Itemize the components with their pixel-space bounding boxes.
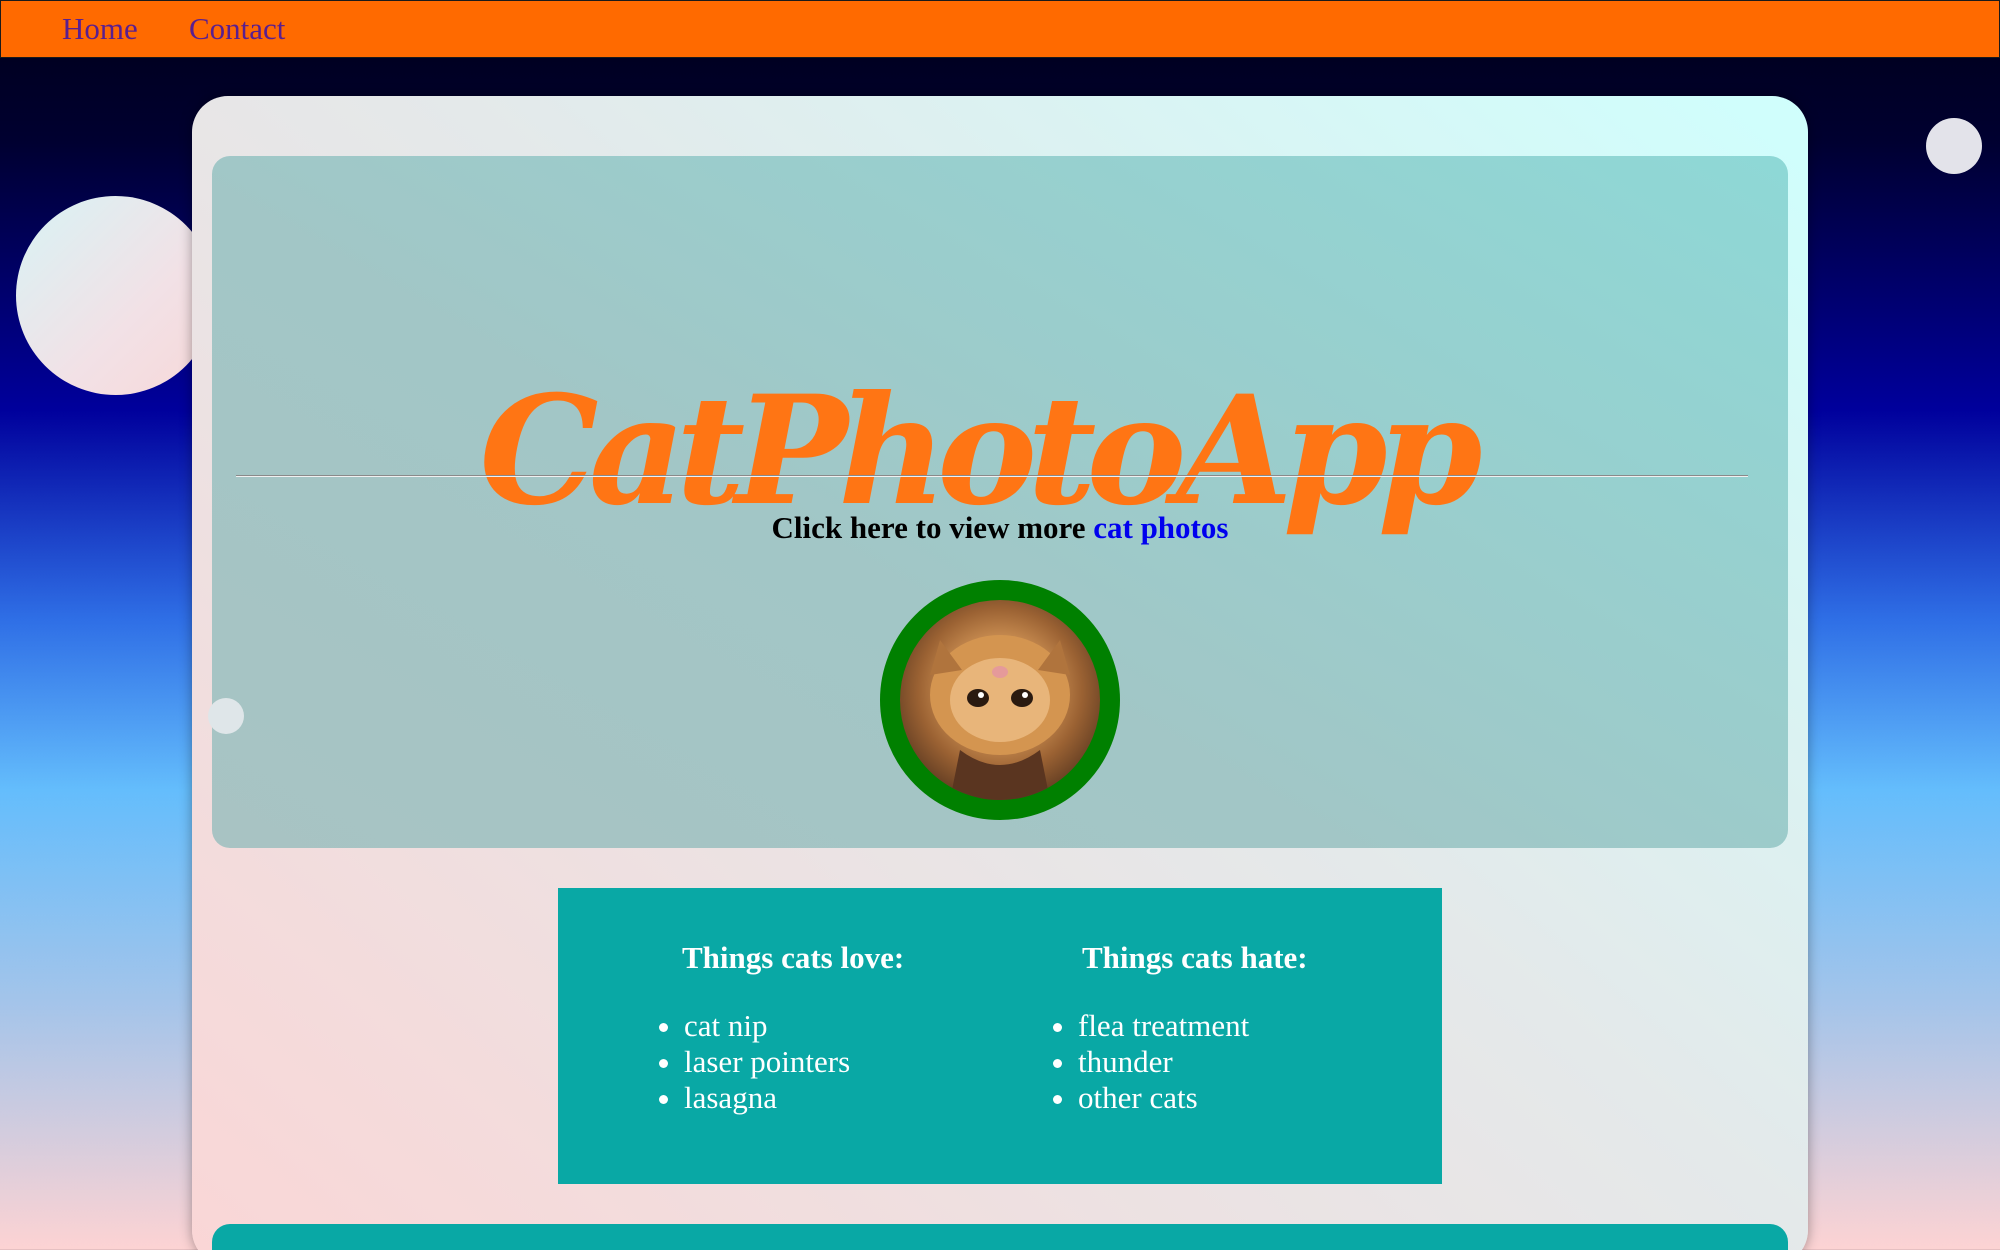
more-photos-prompt: Click here to view more — [771, 510, 1094, 545]
more-photos-text: Click here to view more cat photos — [192, 510, 1808, 546]
page: { "nav": { "items": [ {"label": "Home"},… — [0, 0, 2000, 1250]
list-item: other cats — [1078, 1080, 1249, 1116]
kitten-photo[interactable] — [880, 580, 1120, 820]
list-item: flea treatment — [1078, 1008, 1249, 1044]
footer-panel — [212, 1224, 1788, 1250]
top-navbar: Home Contact — [0, 0, 2000, 58]
love-list: cat nip laser pointers lasagna — [646, 1008, 850, 1116]
decorative-bubble — [1926, 118, 1982, 174]
list-item: thunder — [1078, 1044, 1249, 1080]
cat-lists-panel: Things cats love: cat nip laser pointers… — [558, 888, 1442, 1184]
nav-link-contact[interactable]: Contact — [189, 11, 285, 47]
header-divider — [236, 475, 1748, 477]
list-item: cat nip — [684, 1008, 850, 1044]
nav-link-home[interactable]: Home — [62, 11, 138, 47]
list-item: laser pointers — [684, 1044, 850, 1080]
hate-list: flea treatment thunder other cats — [1040, 1008, 1249, 1116]
hate-list-heading: Things cats hate: — [1082, 940, 1308, 975]
app-title: CatPhotoApp — [479, 363, 1482, 539]
cat-photos-link[interactable]: cat photos — [1093, 510, 1228, 545]
love-list-heading: Things cats love: — [682, 940, 905, 975]
kitten-face-icon — [930, 635, 1070, 800]
decorative-bubble — [16, 196, 215, 395]
decorative-bubble — [208, 698, 244, 734]
list-item: lasagna — [684, 1080, 850, 1116]
